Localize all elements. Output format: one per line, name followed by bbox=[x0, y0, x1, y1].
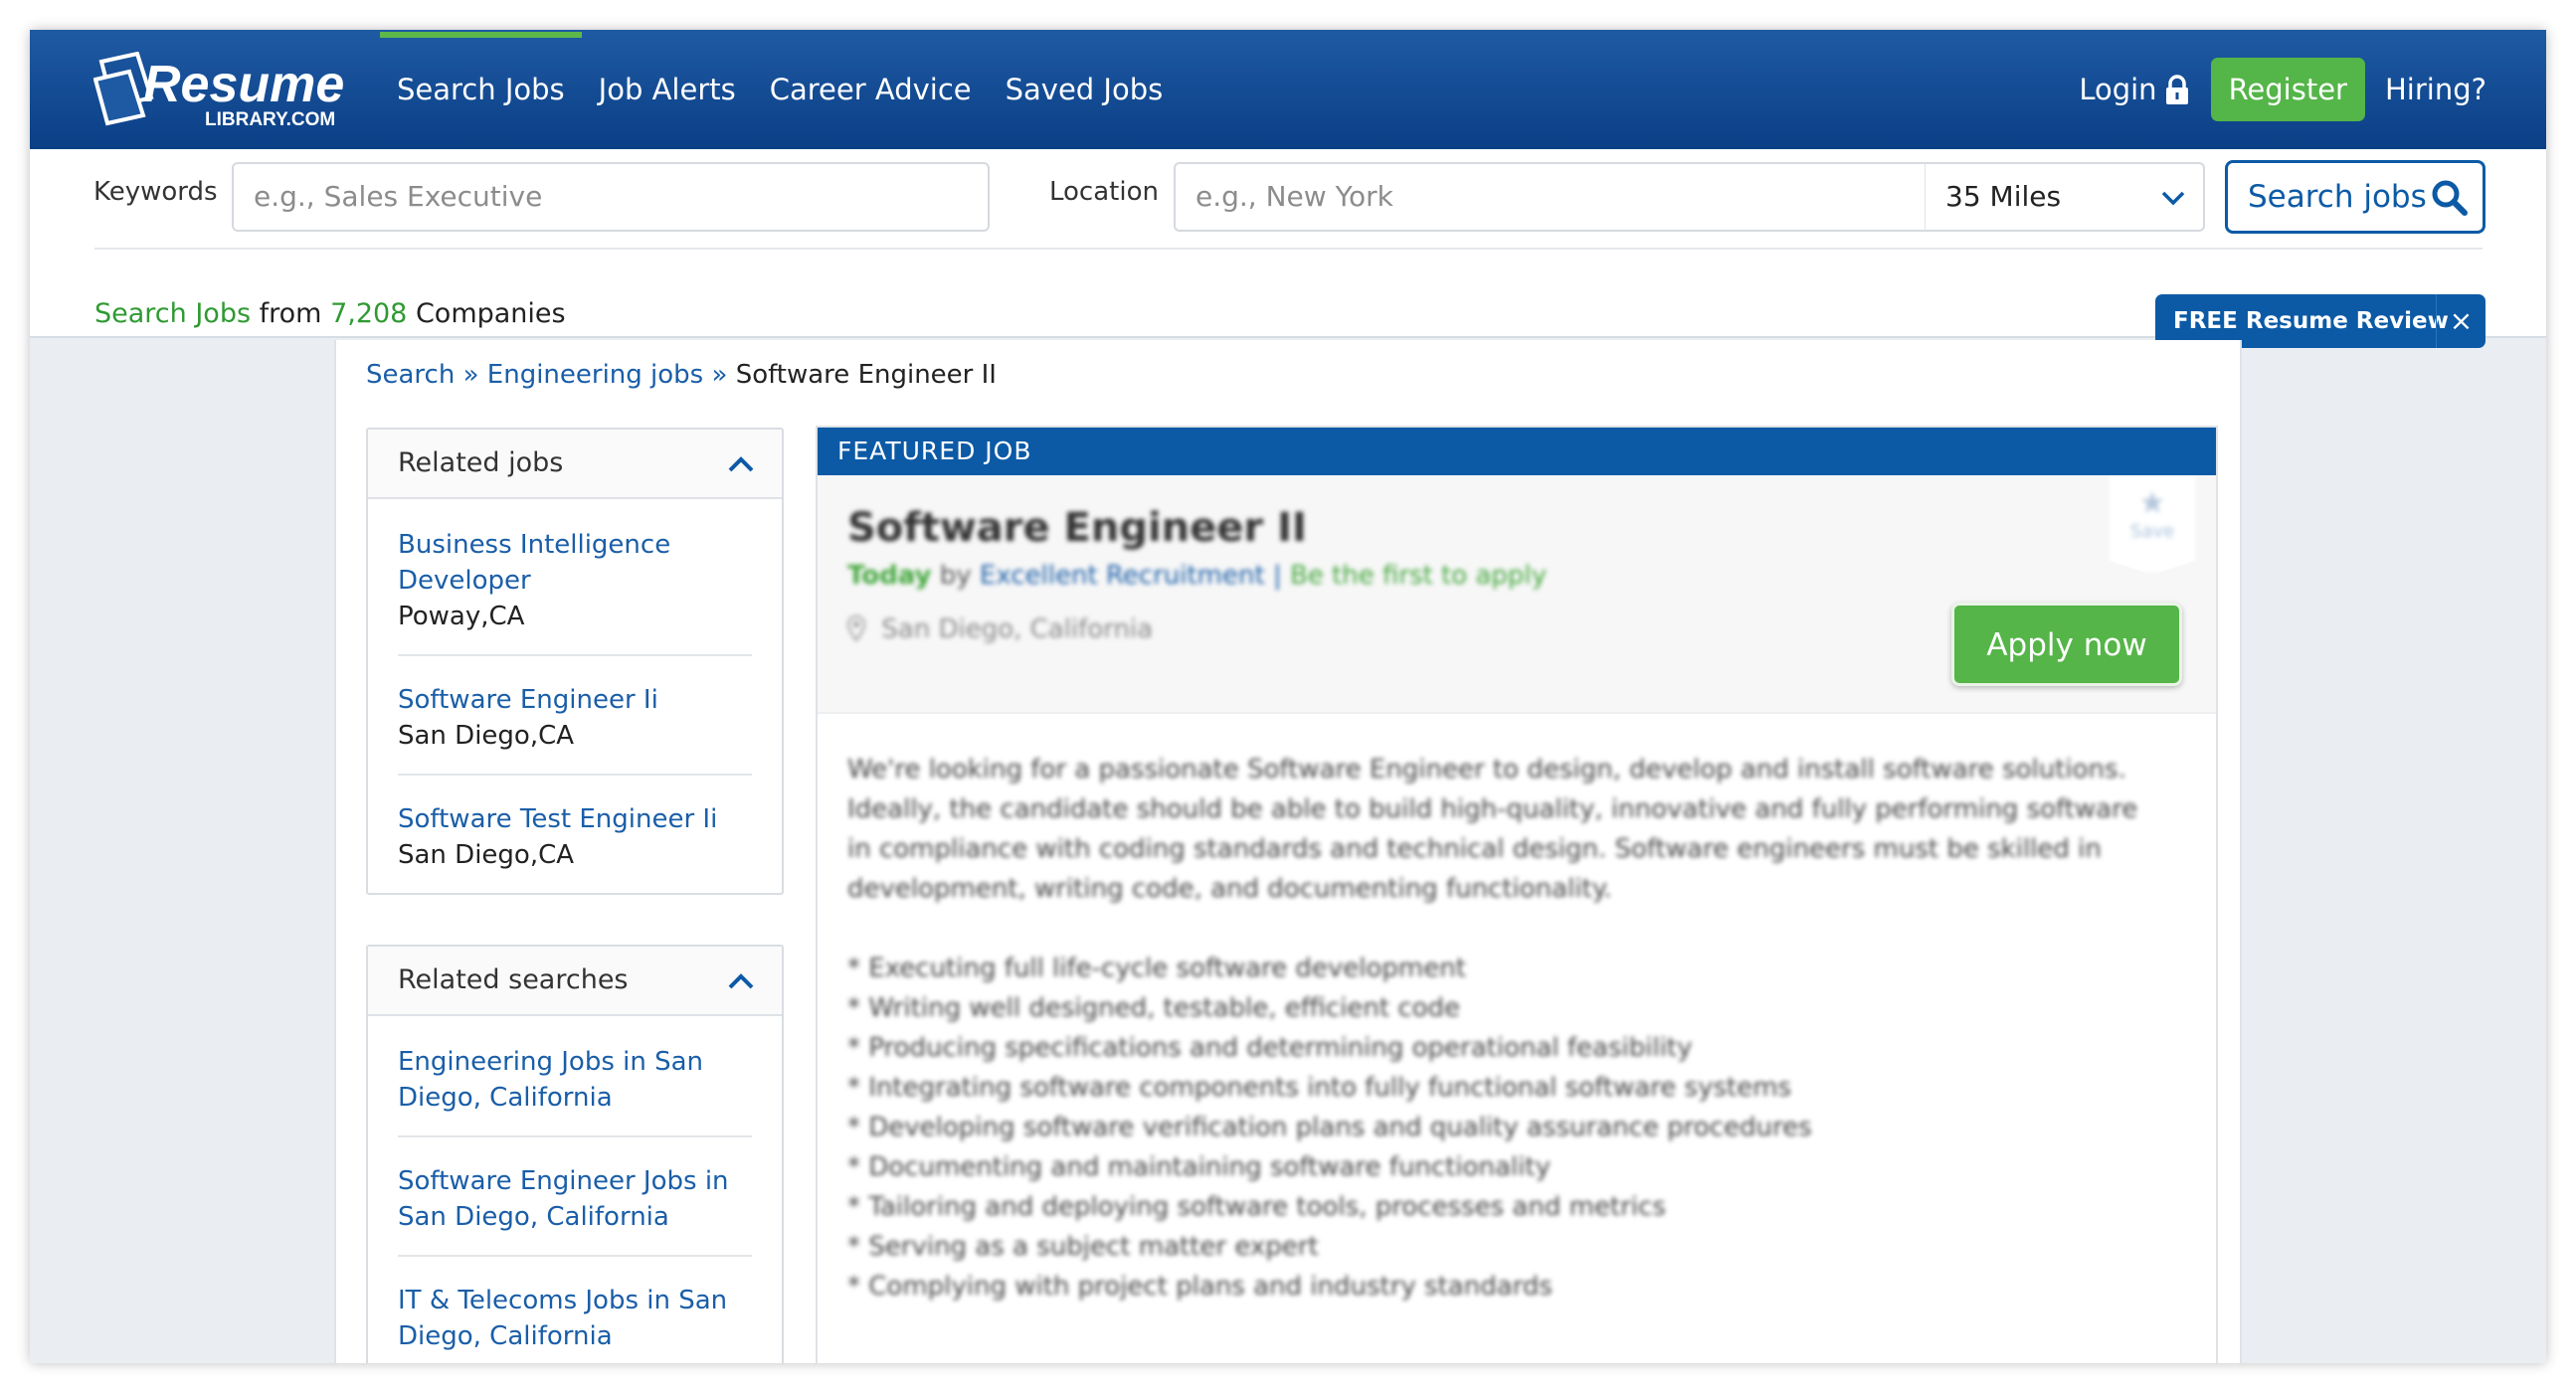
related-job-title[interactable]: Software Engineer Ii bbox=[398, 682, 752, 718]
related-job-item[interactable]: Software Engineer Ii San Diego,CA bbox=[398, 656, 752, 776]
posted-date: Today bbox=[847, 561, 932, 591]
related-jobs-title: Related jobs bbox=[398, 447, 564, 478]
featured-job-banner: FEATURED JOB bbox=[818, 428, 2216, 475]
search-icon bbox=[2432, 180, 2468, 216]
main-nav: Search Jobs Job Alerts Career Advice Sav… bbox=[380, 30, 1180, 149]
save-label: Save bbox=[2129, 521, 2175, 542]
first-to-apply-text: Be the first to apply bbox=[1289, 561, 1548, 591]
related-search-link[interactable]: IT & Telecoms Jobs in San Diego, Califor… bbox=[398, 1283, 752, 1354]
keywords-input[interactable]: e.g., Sales Executive bbox=[232, 162, 990, 232]
nav-saved-jobs[interactable]: Saved Jobs bbox=[989, 30, 1181, 149]
register-button[interactable]: Register bbox=[2210, 58, 2365, 121]
related-job-location: Poway,CA bbox=[398, 602, 525, 631]
job-summary: Software Engineer II Today by Excellent … bbox=[818, 475, 2216, 714]
map-pin-icon bbox=[846, 614, 866, 642]
responsibility-item: * Documenting and maintaining software f… bbox=[847, 1152, 1551, 1182]
logo-subtext: LIBRARY.COM bbox=[205, 109, 335, 129]
search-jobs-button[interactable]: Search jobs bbox=[2225, 160, 2485, 234]
free-resume-review-label: FREE Resume Review bbox=[2173, 308, 2449, 334]
related-searches-title: Related searches bbox=[398, 964, 629, 995]
responsibility-item: * Executing full life-cycle software dev… bbox=[847, 954, 1466, 983]
job-title[interactable]: Software Engineer II bbox=[847, 505, 1307, 551]
related-job-title[interactable]: Software Test Engineer Ii bbox=[398, 801, 752, 837]
by-text: by bbox=[939, 561, 972, 591]
location-input[interactable]: e.g., New York bbox=[1174, 162, 1927, 232]
star-icon bbox=[2141, 491, 2163, 513]
radius-select[interactable]: 35 Miles bbox=[1925, 162, 2205, 232]
chevron-up-icon[interactable] bbox=[728, 972, 754, 990]
responsibility-item: * Producing specifications and determini… bbox=[847, 1033, 1693, 1063]
resume-library-logo[interactable]: Resume LIBRARY.COM bbox=[92, 51, 382, 130]
main-content: Search » Engineering jobs » Software Eng… bbox=[334, 340, 2242, 1363]
search-jobs-link[interactable]: Search Jobs bbox=[94, 298, 251, 329]
breadcrumb-engineering-jobs[interactable]: Engineering jobs bbox=[487, 360, 703, 390]
meta-divider: | bbox=[1272, 561, 1282, 591]
job-description: We're looking for a passionate Software … bbox=[818, 714, 2216, 1342]
breadcrumb-separator: » bbox=[711, 360, 728, 390]
related-searches-panel: Related searches Engineering Jobs in San… bbox=[366, 945, 784, 1363]
related-job-item[interactable]: Business Intelligence Developer Poway,CA bbox=[398, 499, 752, 656]
related-job-location: San Diego,CA bbox=[398, 840, 575, 870]
responsibility-item: * Integrating software components into f… bbox=[847, 1073, 1792, 1103]
related-search-item[interactable]: Engineering Jobs in San Diego, Californi… bbox=[398, 1016, 752, 1137]
breadcrumb-separator: » bbox=[462, 360, 479, 390]
nav-career-advice[interactable]: Career Advice bbox=[753, 30, 989, 149]
site-header: Resume LIBRARY.COM Search Jobs Job Alert… bbox=[30, 30, 2546, 149]
responsibility-item: * Developing software verification plans… bbox=[847, 1113, 1812, 1142]
related-jobs-panel: Related jobs Business Intelligence Devel… bbox=[366, 428, 784, 895]
breadcrumb-current: Software Engineer II bbox=[735, 360, 997, 390]
login-link[interactable]: Login bbox=[2079, 73, 2188, 106]
responsibility-item: * Writing well designed, testable, effic… bbox=[847, 993, 1461, 1023]
logo-text: Resume bbox=[143, 56, 344, 113]
related-job-location: San Diego,CA bbox=[398, 721, 575, 751]
related-search-item[interactable]: IT & Telecoms Jobs in San Diego, Califor… bbox=[398, 1257, 752, 1363]
companies-count[interactable]: 7,208 bbox=[330, 298, 407, 329]
hiring-link[interactable]: Hiring? bbox=[2385, 73, 2486, 106]
account-nav: Login Register Hiring? bbox=[2079, 30, 2486, 149]
keywords-label: Keywords bbox=[93, 177, 218, 207]
apply-now-button[interactable]: Apply now bbox=[1951, 603, 2182, 686]
from-text: from bbox=[259, 298, 322, 329]
companies-count-text: Search Jobs from 7,208 Companies bbox=[94, 298, 566, 329]
related-search-link[interactable]: Software Engineer Jobs in San Diego, Cal… bbox=[398, 1163, 752, 1235]
job-location-text: San Diego, California bbox=[881, 614, 1154, 644]
responsibility-item: * Complying with project plans and indus… bbox=[847, 1272, 1553, 1302]
breadcrumb: Search » Engineering jobs » Software Eng… bbox=[366, 360, 997, 390]
search-jobs-label: Search jobs bbox=[2248, 179, 2427, 215]
location-label: Location bbox=[1049, 177, 1159, 207]
company-link[interactable]: Excellent Recruitment bbox=[980, 561, 1265, 591]
job-meta: Today by Excellent Recruitment | Be the … bbox=[847, 561, 1547, 591]
related-job-title[interactable]: Business Intelligence Developer bbox=[398, 527, 752, 599]
featured-job-card: FEATURED JOB Software Engineer II Today … bbox=[816, 426, 2218, 1363]
related-search-item[interactable]: Software Engineer Jobs in San Diego, Cal… bbox=[398, 1137, 752, 1257]
lock-icon bbox=[2165, 75, 2188, 104]
chevron-down-icon bbox=[2161, 191, 2185, 206]
responsibility-item: * Tailoring and deploying software tools… bbox=[847, 1192, 1666, 1222]
browser-viewport: Resume LIBRARY.COM Search Jobs Job Alert… bbox=[30, 30, 2546, 1363]
breadcrumb-search[interactable]: Search bbox=[366, 360, 455, 390]
save-job-button[interactable]: Save bbox=[2107, 475, 2198, 575]
responsibility-item: * Serving as a subject matter expert bbox=[847, 1232, 1319, 1262]
divider bbox=[94, 248, 2483, 250]
related-job-item[interactable]: Software Test Engineer Ii San Diego,CA bbox=[398, 776, 752, 893]
nav-search-jobs[interactable]: Search Jobs bbox=[380, 30, 582, 149]
related-search-link[interactable]: Engineering Jobs in San Diego, Californi… bbox=[398, 1044, 752, 1116]
chevron-up-icon[interactable] bbox=[728, 455, 754, 473]
job-description-text: We're looking for a passionate Software … bbox=[847, 755, 2138, 904]
companies-suffix: Companies bbox=[415, 298, 566, 329]
job-responsibilities: * Executing full life-cycle software dev… bbox=[847, 949, 2186, 1306]
radius-value: 35 Miles bbox=[1945, 180, 2062, 213]
nav-job-alerts[interactable]: Job Alerts bbox=[582, 30, 753, 149]
close-icon[interactable]: × bbox=[2436, 294, 2485, 348]
search-panel: Keywords e.g., Sales Executive Location … bbox=[30, 149, 2546, 348]
related-jobs-header[interactable]: Related jobs bbox=[368, 430, 782, 499]
login-label: Login bbox=[2079, 73, 2157, 106]
related-searches-header[interactable]: Related searches bbox=[368, 947, 782, 1016]
job-location: San Diego, California bbox=[846, 614, 1154, 644]
